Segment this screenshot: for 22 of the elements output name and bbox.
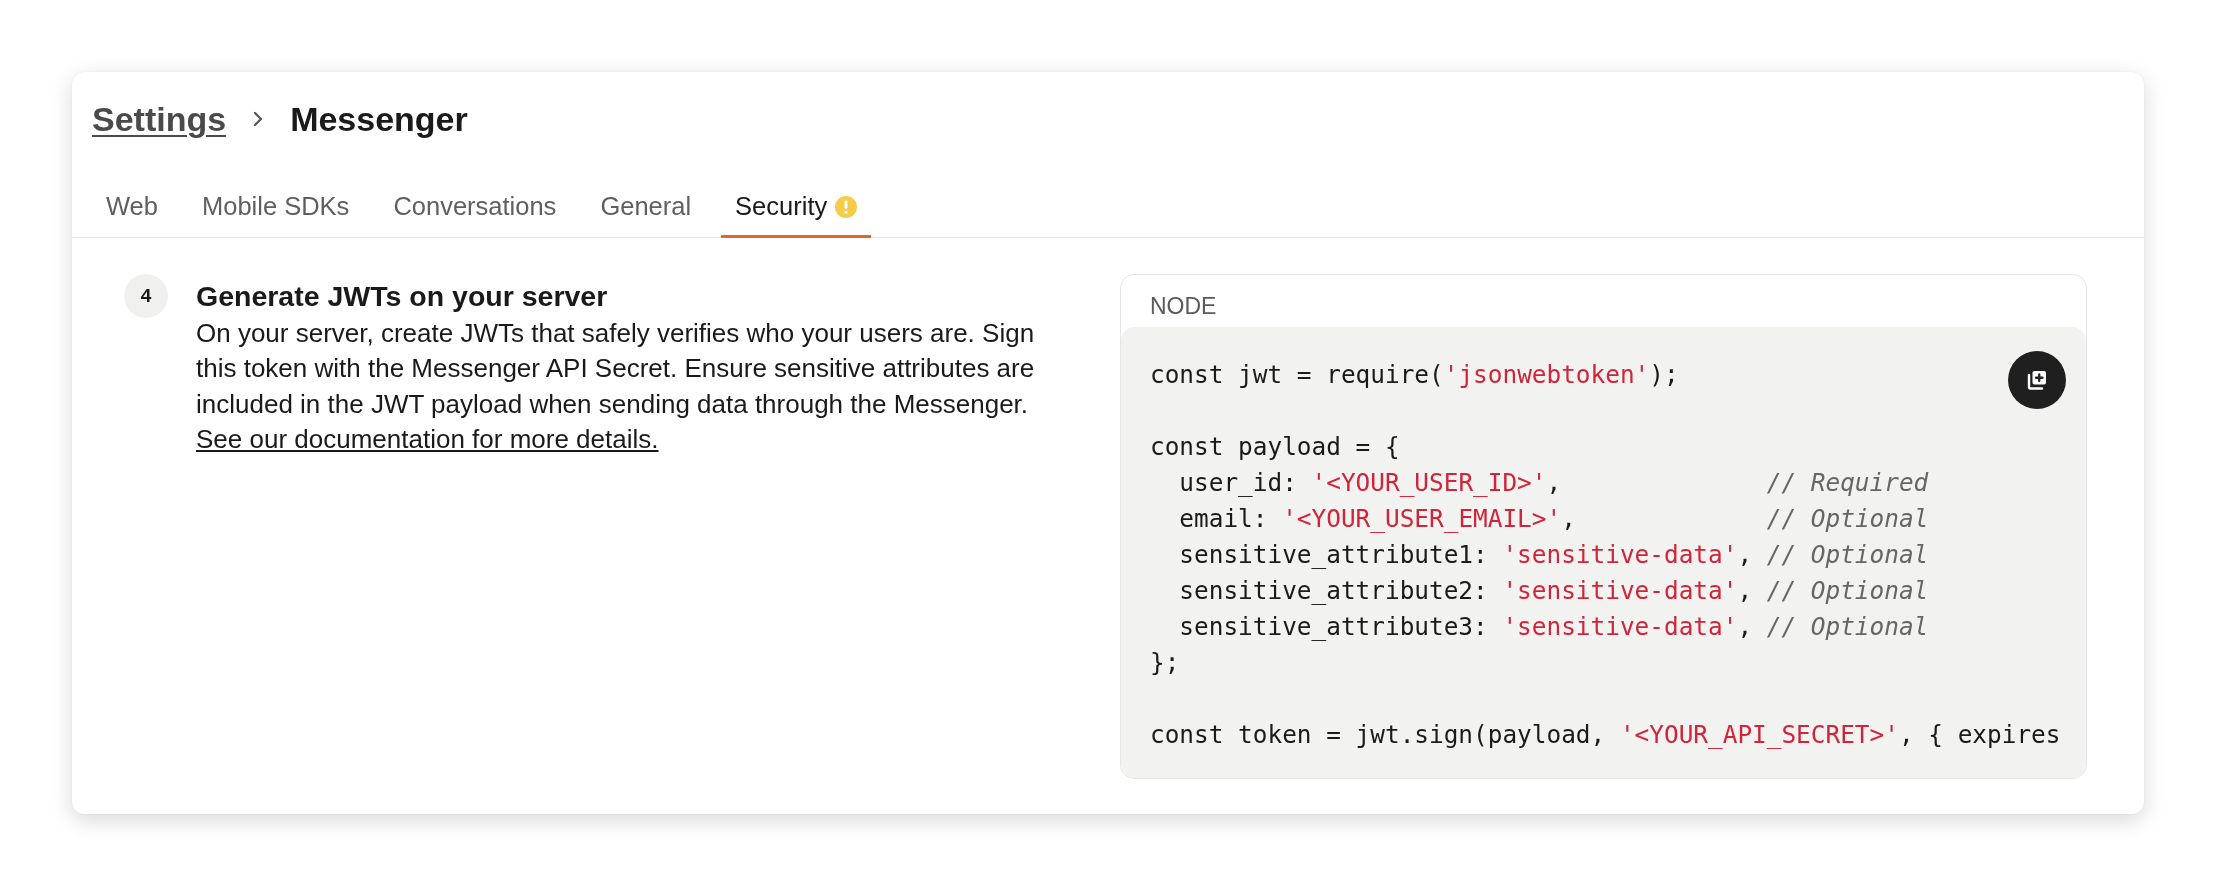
code-line: sensitive_attribute2: 'sensitive-data', // Optional xyxy=(1178,574,1929,607)
tab[interactable]: General xyxy=(586,192,706,238)
code-line: const jwt = require('jsonwebtoken'); xyxy=(1150,358,1679,391)
step-number: 4 xyxy=(124,273,168,318)
settings-link[interactable]: Settings xyxy=(92,99,227,139)
documentation-link[interactable]: See our documentation for more details. xyxy=(196,424,659,454)
code-line: user_id: '<YOUR_USER_ID>', // Required xyxy=(1178,466,1929,499)
language-label: NODE xyxy=(1149,291,1218,321)
tab[interactable]: Conversations xyxy=(379,192,571,238)
tab[interactable]: Security xyxy=(721,192,872,238)
code-line: const token = jwt.sign(payload, '<YOUR_API_SECRET>', { expires xyxy=(1150,718,2061,751)
code-line: const payload = { xyxy=(1150,430,1400,463)
code-line: sensitive_attribute3: 'sensitive-data', // Optional xyxy=(1178,610,1929,643)
tab[interactable]: Web xyxy=(92,192,172,238)
code-line: email: '<YOUR_USER_EMAIL>', // Optional xyxy=(1178,502,1929,535)
code-line: sensitive_attribute1: 'sensitive-data', // Optional xyxy=(1178,538,1929,571)
description-text: On your server, create JWTs that safely verifies who your users are. Sign this token with the Messenger API Secret. Ensure sensitive attributes are included in the JWT payload when sending data through the Messenger. xyxy=(196,316,1036,421)
step-title: Generate JWTs on your server xyxy=(196,278,609,314)
tab[interactable]: Mobile SDKs xyxy=(188,192,364,238)
copy-button[interactable] xyxy=(2008,350,2066,409)
code-line: }; xyxy=(1150,646,1180,679)
page-title: Messenger xyxy=(290,99,468,139)
